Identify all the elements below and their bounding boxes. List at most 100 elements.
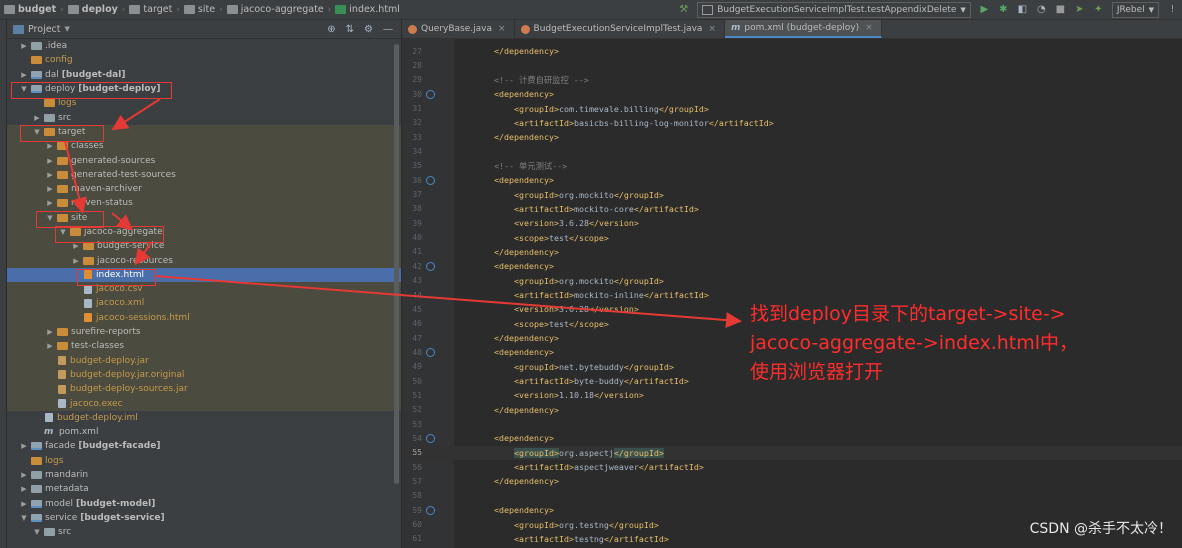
tree-item[interactable]: ▼ site [7,210,401,225]
chevron-right-icon[interactable]: ▶ [19,71,29,79]
chevron-right-icon[interactable]: ▶ [45,171,55,179]
tree-item[interactable]: ▶ generated-sources [7,153,401,168]
code-line[interactable]: 32 <artifactId> basicbs-billing-log-monito… [402,116,1182,130]
code-line[interactable]: 39 <version> 3.6.28 </version> [402,216,1182,230]
code-line[interactable]: 27 </dependency> [402,44,1182,58]
tree-item[interactable]: ▶ model [budget-model] [7,497,401,511]
tree-item[interactable]: jacoco.xml [7,296,401,311]
code-line[interactable]: 36 <dependency> [402,173,1182,187]
tree-item[interactable]: ▶ test-classes [7,339,401,354]
tree-item[interactable]: budget-deploy.jar.original [7,367,401,383]
chevron-right-icon[interactable]: ▶ [19,442,29,450]
jrebel-run-icon[interactable]: ➤ [1073,3,1086,16]
chevron-right-icon[interactable]: ▶ [19,471,29,479]
dependency-gutter-icon[interactable] [426,433,435,443]
dependency-gutter-icon[interactable] [426,505,435,515]
editor-tab[interactable]: QueryBase.java × [402,20,515,38]
tree-item[interactable]: ▶ metadata [7,482,401,496]
code-line[interactable]: 33 </dependency> [402,130,1182,144]
chevron-right-icon[interactable]: ▶ [19,485,29,493]
code-line[interactable]: 53 [402,417,1182,431]
editor-tab[interactable]: m pom.xml (budget-deploy) × [724,20,882,38]
tree-item[interactable]: budget-deploy.iml [7,411,401,425]
chevron-down-icon[interactable]: ▼ [19,85,29,93]
code-line[interactable]: 55 <groupId> org.aspectj </groupId> [402,445,1182,460]
tree-item[interactable]: ▶ maven-status [7,196,401,211]
coverage-icon[interactable]: ◧ [1016,3,1029,16]
chevron-down-icon[interactable]: ▼ [58,228,68,236]
jrebel-debug-icon[interactable]: ✦ [1092,3,1105,16]
tree-item[interactable]: ▶ classes [7,139,401,154]
tree-item[interactable]: jacoco.csv [7,282,401,297]
dependency-gutter-icon[interactable] [426,89,435,99]
code-line[interactable]: 40 <scope> test </scope> [402,230,1182,244]
project-scrollbar[interactable] [394,44,399,484]
close-icon[interactable]: × [498,24,506,34]
breadcrumb-item[interactable]: target › [129,4,180,15]
tree-item[interactable]: budget-deploy.jar [7,353,401,368]
code-line[interactable]: 58 [402,489,1182,503]
tree-item[interactable]: ▼ service [budget-service] [7,511,401,525]
code-area[interactable]: 27 </dependency> 28 29 <!-- 计费自研监控 --> 30 <dep… [402,44,1182,546]
code-line[interactable]: 38 <artifactId> mockito-core </artifactId> [402,202,1182,216]
chevron-right-icon[interactable]: ▶ [45,342,55,350]
tree-item[interactable]: logs [7,454,401,468]
code-line[interactable]: 37 <groupId> org.mockito </groupId> [402,187,1182,201]
chevron-right-icon[interactable]: ▶ [45,199,55,207]
hammer-icon[interactable]: ⚒ [677,3,690,16]
warning-icon[interactable]: ! [1166,3,1179,16]
tree-item[interactable]: logs [7,96,401,110]
code-line[interactable]: 57 </dependency> [402,474,1182,488]
tree-item[interactable]: ▼ jacoco-aggregate [7,224,401,240]
breadcrumb-item[interactable]: index.html [335,4,400,15]
code-line[interactable]: 35 <!-- 单元测试--> [402,159,1182,173]
breadcrumb-item[interactable]: budget › [4,4,64,15]
code-line[interactable]: 54 <dependency> [402,431,1182,445]
editor-tab[interactable]: BudgetExecutionServiceImplTest.java × [515,20,725,38]
tree-item[interactable]: ▼ src [7,525,401,539]
close-icon[interactable]: × [708,24,716,34]
code-line[interactable]: 56 <artifactId> aspectjweaver </artifactId> [402,460,1182,474]
tree-item[interactable]: ▼ target [7,124,401,140]
tree-item[interactable]: ▶ surefire-reports [7,324,401,340]
code-line[interactable]: 43 <groupId> org.mockito </groupId> [402,274,1182,288]
profiler-icon[interactable]: ◔ [1035,3,1048,16]
chevron-right-icon[interactable]: ▶ [45,328,55,336]
chevron-right-icon[interactable]: ▶ [45,185,55,193]
tree-item[interactable]: ▶ src [7,110,401,124]
jrebel-select[interactable]: JRebel ▼ [1111,1,1159,18]
tree-item[interactable]: m pom.xml [7,425,401,439]
tree-item[interactable]: config [7,53,401,67]
minimize-icon[interactable]: — [383,24,393,35]
code-line[interactable]: 42 <dependency> [402,259,1182,273]
code-line[interactable]: 30 <dependency> [402,87,1182,101]
tree-item[interactable]: ▶ mandarin [7,468,401,482]
close-icon[interactable]: × [865,23,873,33]
breadcrumb-item[interactable]: site › [183,4,223,15]
chevron-down-icon[interactable]: ▼ [32,128,42,136]
breadcrumb-item[interactable]: deploy › [67,4,125,15]
code-line[interactable]: 29 <!-- 计费自研监控 --> [402,73,1182,87]
chevron-right-icon[interactable]: ▶ [71,257,81,265]
tree-item[interactable]: budget-deploy-sources.jar [7,382,401,397]
code-line[interactable]: 52 </dependency> [402,403,1182,417]
tree-item[interactable]: ▶ maven-archiver [7,181,401,197]
tree-item[interactable]: ▶ budget-service [7,239,401,254]
code-line[interactable]: 28 [402,58,1182,72]
collapse-all-icon[interactable]: ⇅ [346,24,354,35]
tree-item[interactable]: index.html [7,267,401,283]
dependency-gutter-icon[interactable] [426,261,435,271]
tree-item[interactable]: ▼ deploy [budget-deploy] [7,82,401,96]
dependency-gutter-icon[interactable] [426,175,435,185]
code-line[interactable]: 34 [402,144,1182,158]
chevron-right-icon[interactable]: ▶ [19,500,29,508]
code-line[interactable]: 59 <dependency> [402,503,1182,517]
chevron-right-icon[interactable]: ▶ [45,142,55,150]
dependency-gutter-icon[interactable] [426,347,435,357]
tree-item[interactable]: ▶ dal [budget-dal] [7,68,401,82]
locate-icon[interactable]: ⊕ [327,24,335,35]
chevron-down-icon[interactable]: ▼ [45,214,55,222]
code-line[interactable]: 31 <groupId> com.timevale.billing </groupId… [402,101,1182,115]
tree-item[interactable]: ▶ jacoco-resources [7,253,401,268]
run-icon[interactable]: ▶ [978,3,991,16]
